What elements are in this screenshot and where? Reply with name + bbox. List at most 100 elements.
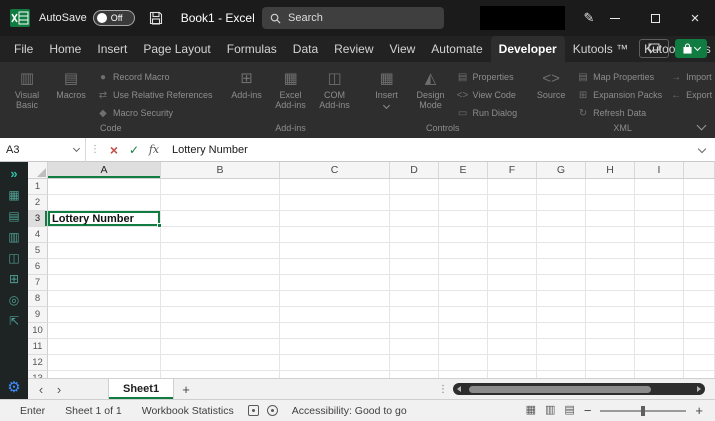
- row-header-5[interactable]: 5: [28, 243, 48, 259]
- column-header-b[interactable]: B: [161, 162, 280, 178]
- cell-H3[interactable]: [586, 211, 635, 227]
- cell-H7[interactable]: [586, 275, 635, 291]
- cell-H6[interactable]: [586, 259, 635, 275]
- cell-I13[interactable]: [635, 371, 684, 378]
- tab-insert[interactable]: Insert: [89, 36, 135, 62]
- cell-x1[interactable]: [684, 179, 715, 195]
- cell-G9[interactable]: [537, 307, 586, 323]
- cell-C8[interactable]: [280, 291, 390, 307]
- enter-button[interactable]: ✓: [124, 138, 144, 162]
- cell-D5[interactable]: [390, 243, 439, 259]
- column-header-a[interactable]: A: [48, 162, 161, 178]
- cell-C11[interactable]: [280, 339, 390, 355]
- cell-H4[interactable]: [586, 227, 635, 243]
- tab-kutools[interactable]: Kutools ™: [565, 36, 636, 62]
- print-icon[interactable]: ▥: [8, 231, 19, 243]
- ribbon-button-add-ins[interactable]: ⊞ Add-ins: [226, 65, 268, 121]
- cell-H13[interactable]: [586, 371, 635, 378]
- cell-G4[interactable]: [537, 227, 586, 243]
- sheet-nav-left[interactable]: ‹: [32, 379, 50, 399]
- cell-G12[interactable]: [537, 355, 586, 371]
- cell-D8[interactable]: [390, 291, 439, 307]
- row-header-7[interactable]: 7: [28, 275, 48, 291]
- cell-B8[interactable]: [161, 291, 280, 307]
- cell-I12[interactable]: [635, 355, 684, 371]
- cell-G8[interactable]: [537, 291, 586, 307]
- horizontal-scrollbar[interactable]: [453, 383, 705, 395]
- cell-E8[interactable]: [439, 291, 488, 307]
- row-header-4[interactable]: 4: [28, 227, 48, 243]
- clipboard-icon[interactable]: ▤: [8, 210, 19, 222]
- cell-D11[interactable]: [390, 339, 439, 355]
- cell-I8[interactable]: [635, 291, 684, 307]
- cell-B9[interactable]: [161, 307, 280, 323]
- minimize-button[interactable]: [595, 0, 635, 36]
- cell-H1[interactable]: [586, 179, 635, 195]
- autosave-toggle[interactable]: Off: [92, 10, 135, 26]
- ribbon-button-export[interactable]: ← Export: [667, 86, 715, 104]
- grid-icon[interactable]: ⊞: [9, 273, 19, 285]
- formula-input[interactable]: Lottery Number: [164, 144, 695, 156]
- cell-G11[interactable]: [537, 339, 586, 355]
- cell-E6[interactable]: [439, 259, 488, 275]
- ribbon-button-record-macro[interactable]: ● Record Macro: [94, 68, 216, 86]
- ribbon-button-source[interactable]: <> Source: [530, 65, 572, 121]
- cell-E7[interactable]: [439, 275, 488, 291]
- cell-C10[interactable]: [280, 323, 390, 339]
- cell-F12[interactable]: [488, 355, 537, 371]
- cell-A6[interactable]: [48, 259, 161, 275]
- cell-I9[interactable]: [635, 307, 684, 323]
- cell-B4[interactable]: [161, 227, 280, 243]
- cell-G10[interactable]: [537, 323, 586, 339]
- cell-E2[interactable]: [439, 195, 488, 211]
- cell-G3[interactable]: [537, 211, 586, 227]
- ribbon-button-import[interactable]: → Import: [667, 68, 715, 86]
- cell-A11[interactable]: [48, 339, 161, 355]
- cell-C4[interactable]: [280, 227, 390, 243]
- cell-C9[interactable]: [280, 307, 390, 323]
- tab-data[interactable]: Data: [285, 36, 326, 62]
- row-header-8[interactable]: 8: [28, 291, 48, 307]
- cell-A8[interactable]: [48, 291, 161, 307]
- cell-H8[interactable]: [586, 291, 635, 307]
- column-header-overflow[interactable]: [684, 162, 715, 178]
- column-header-h[interactable]: H: [586, 162, 635, 178]
- cell-I1[interactable]: [635, 179, 684, 195]
- ribbon-button-expansion-packs[interactable]: ⊞ Expansion Packs: [574, 86, 665, 104]
- accessibility-status-button[interactable]: Accessibility: Good to go: [282, 405, 417, 417]
- cell-A9[interactable]: [48, 307, 161, 323]
- cell-G6[interactable]: [537, 259, 586, 275]
- cell-x8[interactable]: [684, 291, 715, 307]
- cell-E5[interactable]: [439, 243, 488, 259]
- cell-F6[interactable]: [488, 259, 537, 275]
- cell-G2[interactable]: [537, 195, 586, 211]
- cell-E9[interactable]: [439, 307, 488, 323]
- tab-page-layout[interactable]: Page Layout: [135, 36, 218, 62]
- name-box[interactable]: A3: [0, 137, 86, 162]
- cell-B6[interactable]: [161, 259, 280, 275]
- tab-formulas[interactable]: Formulas: [219, 36, 285, 62]
- cell-B2[interactable]: [161, 195, 280, 211]
- row-header-11[interactable]: 11: [28, 339, 48, 355]
- ribbon-button-excel-add-ins[interactable]: ▦ Excel Add-ins: [270, 65, 312, 121]
- find-icon[interactable]: ◎: [9, 294, 19, 306]
- cell-D12[interactable]: [390, 355, 439, 371]
- cell-H11[interactable]: [586, 339, 635, 355]
- cell-I5[interactable]: [635, 243, 684, 259]
- fill-handle[interactable]: [157, 223, 162, 228]
- cell-E10[interactable]: [439, 323, 488, 339]
- search-input[interactable]: Search: [262, 7, 444, 29]
- cell-F1[interactable]: [488, 179, 537, 195]
- cell-x9[interactable]: [684, 307, 715, 323]
- expand-icon[interactable]: »: [10, 167, 17, 180]
- column-header-d[interactable]: D: [390, 162, 439, 178]
- cell-E13[interactable]: [439, 371, 488, 378]
- column-header-f[interactable]: F: [488, 162, 537, 178]
- cell-A1[interactable]: [48, 179, 161, 195]
- cell-x4[interactable]: [684, 227, 715, 243]
- maximize-button[interactable]: [635, 0, 675, 36]
- scroll-left-arrow-icon[interactable]: [457, 386, 461, 392]
- cell-E4[interactable]: [439, 227, 488, 243]
- close-button[interactable]: ×: [675, 0, 715, 36]
- cell-A7[interactable]: [48, 275, 161, 291]
